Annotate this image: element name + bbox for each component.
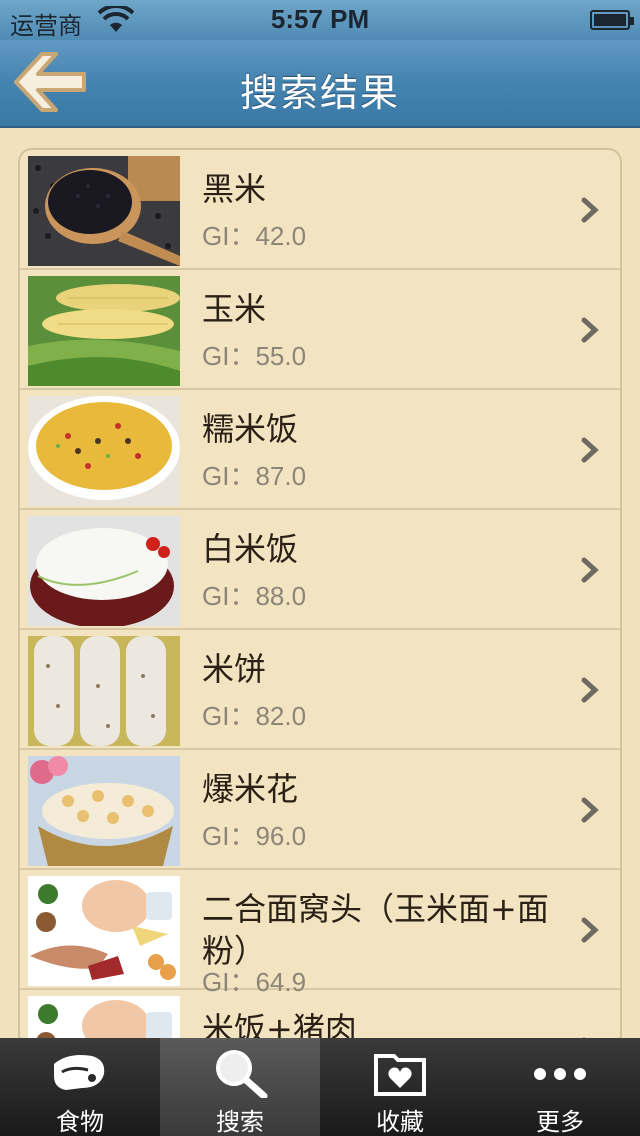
white-rice-photo [28,516,180,626]
more-dots-icon [534,1068,586,1080]
status-bar: 运营商 5:57 PM [0,0,640,40]
page-title: 搜索结果 [239,71,400,115]
list-item[interactable]: 玉米 GI：55.0 [20,270,620,390]
gi-value: GI：55.0 [202,341,307,371]
chevron-right-icon [581,677,599,703]
chevron-right-icon [581,557,599,583]
food-name: 米饼 [202,650,267,688]
gi-value: GI：42.0 [202,221,307,251]
tab-label: 搜索 [216,1108,264,1136]
search-icon [216,1050,268,1098]
list-item[interactable]: 爆米花 GI：96.0 [20,750,620,870]
list-item[interactable]: 二合面窝头（玉米面+面粉） GI：64.9 [20,870,620,997]
food-name: 黑米 [202,170,267,208]
tab-bar: 食物 搜索 收藏 更多 [0,1038,640,1136]
tab-search[interactable]: 搜索 [160,1038,320,1136]
food-name: 玉米 [202,290,267,328]
list-item[interactable]: 白米饭 GI：88.0 [20,510,620,630]
chevron-right-icon [581,917,599,943]
list-item[interactable]: 黑米 GI：42.0 [20,150,620,270]
chevron-right-icon [581,797,599,823]
gi-value: GI：82.0 [202,701,307,731]
chevron-right-icon [581,197,599,223]
tab-more[interactable]: 更多 [480,1038,640,1136]
battery-icon [590,10,634,30]
food-name: 糯米饭 [202,410,299,448]
black-rice-photo [28,156,180,266]
popcorn-photo [28,756,180,866]
food-name: 白米饭 [202,530,299,568]
tab-food[interactable]: 食物 [0,1038,160,1136]
tab-label: 食物 [56,1108,104,1136]
rice-cake-photo [28,636,180,746]
food-name: 二合面窝头（玉米面+面粉） [202,890,549,970]
chevron-right-icon [581,317,599,343]
list-item[interactable]: 米饼 GI：82.0 [20,630,620,750]
list-item[interactable]: 糯米饭 GI：87.0 [20,390,620,510]
tab-favorites[interactable]: 收藏 [320,1038,480,1136]
gi-value: GI：96.0 [202,821,307,851]
chevron-right-icon [581,437,599,463]
mixed-food-photo [28,876,180,986]
gi-value: GI：87.0 [202,461,307,491]
search-results-list: 黑米 GI：42.0 玉米 GI：55.0 糯米饭 GI：87.0 白米饭 GI… [18,148,622,1048]
clock: 5:57 PM [270,4,370,34]
corn-photo [28,276,180,386]
favorite-folder-icon [374,1054,426,1096]
gi-value: GI：88.0 [202,581,307,611]
navigation-bar: 搜索结果 [0,40,640,128]
meat-icon [54,1055,105,1090]
food-name: 爆米花 [202,770,299,808]
tab-label: 更多 [536,1108,584,1136]
glutinous-rice-photo [28,396,180,506]
tab-label: 收藏 [376,1108,424,1136]
